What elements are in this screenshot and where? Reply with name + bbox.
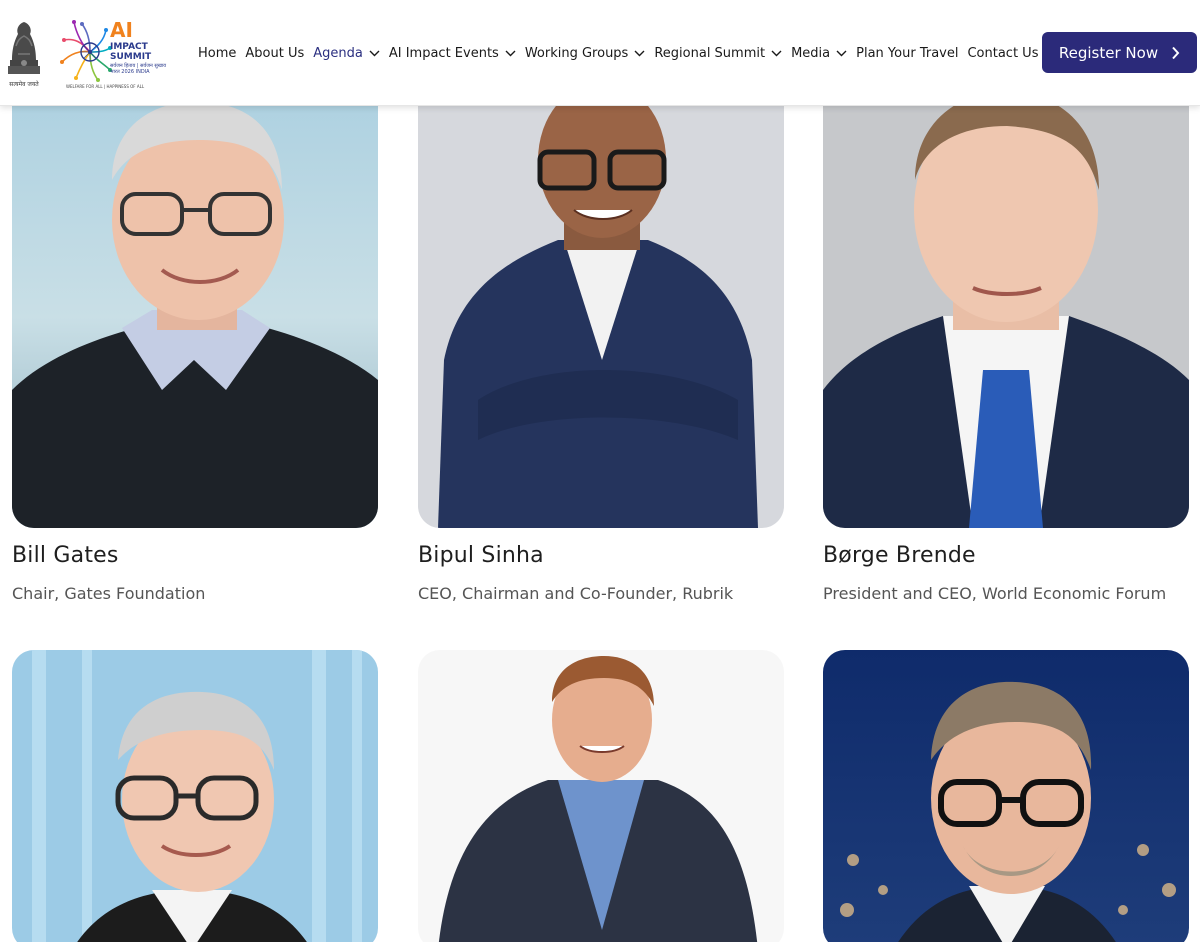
chevron-down-icon [505, 50, 516, 56]
speaker-photo[interactable] [12, 60, 378, 528]
nav-label: About Us [245, 45, 305, 61]
chevron-down-icon [836, 50, 847, 56]
portrait-photo [823, 650, 1189, 942]
nav-item-media[interactable]: Media [791, 46, 847, 61]
nav-label: Home [198, 45, 237, 61]
nav-item-regional-summit[interactable]: Regional Summit [654, 46, 782, 61]
nav-label: Plan Your Travel [856, 45, 959, 61]
speaker-photo[interactable] [823, 650, 1189, 942]
nav-item-ai-impact-events[interactable]: AI Impact Events [389, 46, 516, 61]
nav-label: AI Impact Events [388, 45, 499, 61]
chevron-down-icon [634, 50, 645, 56]
speaker-name: Børge Brende [823, 543, 976, 568]
nav-item-home[interactable]: Home [198, 46, 236, 61]
logo-impact-text: IMPACT [110, 42, 148, 52]
nav-item-about-us[interactable]: About Us [245, 46, 304, 61]
nav-item-agenda[interactable]: Agenda [313, 46, 380, 61]
portrait-photo [418, 60, 784, 528]
logo-footer-text: WELFARE FOR ALL | HAPPINESS OF ALL [66, 84, 145, 89]
nav-label: Media [791, 45, 831, 61]
logo-summit-text: SUMMIT [110, 52, 152, 62]
main-nav: Home About Us Agenda AI Impact Events Wo… [198, 43, 1047, 63]
speaker-photo[interactable] [418, 60, 784, 528]
speaker-photo[interactable] [12, 650, 378, 942]
logo-country: भारत 2026 INDIA [110, 69, 150, 75]
register-label: Register Now [1058, 43, 1159, 62]
speaker-name: Bipul Sinha [418, 543, 544, 568]
speaker-role: Chair, Gates Foundation [12, 584, 206, 603]
speaker-photo[interactable] [418, 650, 784, 942]
portrait-photo [418, 650, 784, 942]
speaker-photo[interactable] [823, 60, 1189, 528]
portrait-photo [12, 60, 378, 528]
chevron-down-icon [771, 50, 782, 56]
site-header: सत्यमेव जयते AI IMPACT SUMMIT सर्वजन हित… [0, 0, 1200, 106]
register-now-button[interactable]: Register Now [1042, 32, 1197, 73]
logo-ai-text: AI [110, 18, 133, 42]
portrait-photo [823, 60, 1189, 528]
speaker-role: CEO, Chairman and Co-Founder, Rubrik [418, 584, 734, 603]
chevron-down-icon [369, 50, 380, 56]
nav-item-plan-your-travel[interactable]: Plan Your Travel [856, 46, 958, 61]
emblem-caption: सत्यमेव जयते [9, 81, 39, 88]
portrait-photo [12, 650, 378, 942]
nav-label: Working Groups [524, 45, 629, 61]
nav-label: Agenda [313, 45, 363, 61]
nav-item-contact-us[interactable]: Contact Us [967, 46, 1038, 61]
nav-label: Contact Us [967, 45, 1039, 61]
nav-item-working-groups[interactable]: Working Groups [525, 46, 646, 61]
chevron-right-icon [1172, 46, 1180, 59]
speaker-role: President and CEO, World Economic Forum [823, 584, 1167, 603]
speaker-name: Bill Gates [12, 543, 119, 568]
logo-tagline: सर्वजन हिताय | सर्वजन सुखाय भारत 2026 IN… [110, 63, 166, 75]
nav-label: Regional Summit [654, 45, 766, 61]
